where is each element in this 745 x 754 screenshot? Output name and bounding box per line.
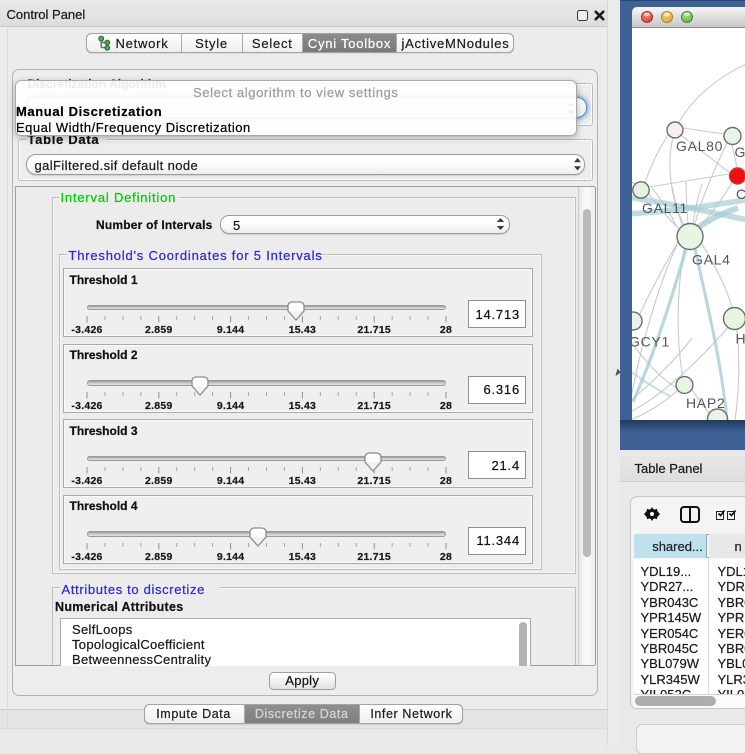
- svg-text:GAL11: GAL11: [642, 200, 688, 216]
- svg-text:CDC: CDC: [736, 186, 745, 202]
- svg-text:HAP2: HAP2: [686, 395, 725, 411]
- svg-text:GAL4: GAL4: [692, 252, 731, 268]
- svg-text:GAL80: GAL80: [676, 138, 723, 154]
- svg-text:GCY1: GCY1: [632, 334, 670, 350]
- svg-text:HAP4: HAP4: [735, 331, 745, 347]
- svg-text:GAL2: GAL2: [734, 144, 745, 160]
